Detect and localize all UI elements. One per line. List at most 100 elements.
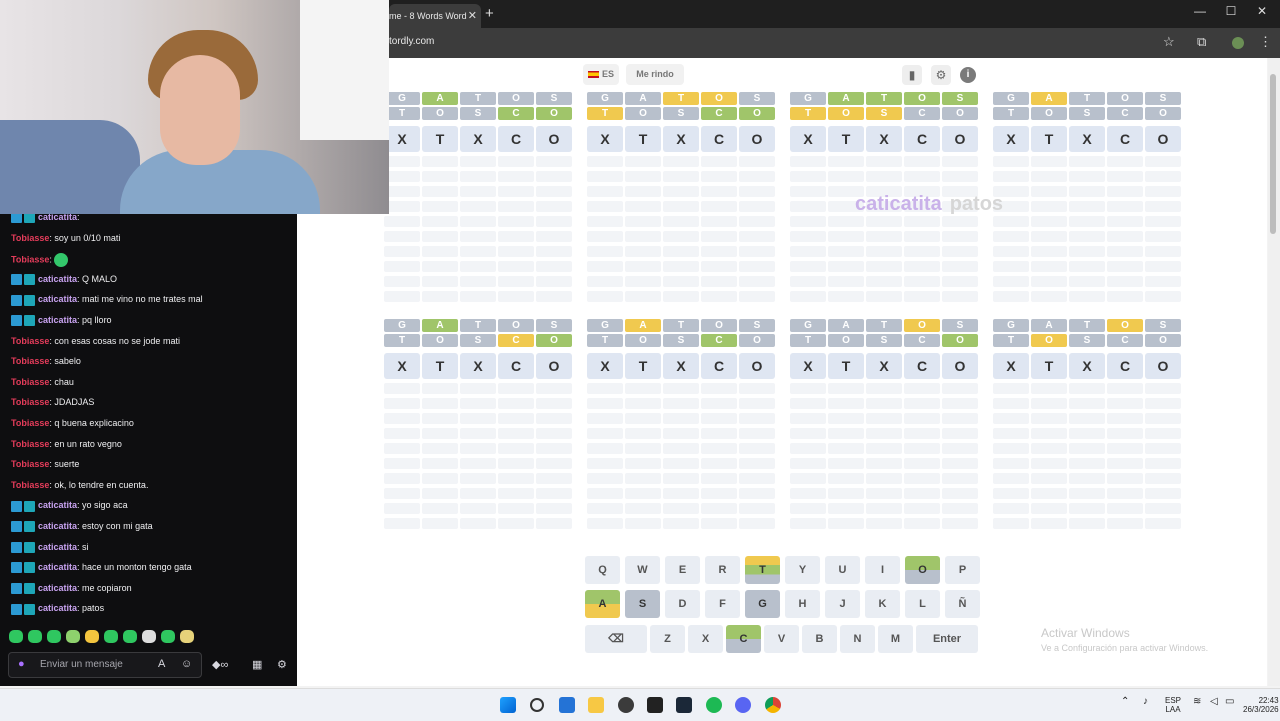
key-Y[interactable]: Y (785, 556, 820, 584)
chat-username[interactable]: caticatita (38, 583, 77, 593)
scrollbar-thumb[interactable] (1270, 74, 1276, 234)
bookmark-star-icon[interactable]: ☆ (1163, 34, 1175, 50)
volume-icon[interactable]: ◁ (1210, 696, 1218, 707)
page-scrollbar[interactable] (1268, 58, 1280, 686)
emote-icon[interactable] (123, 630, 137, 643)
chat-username[interactable]: caticatita (38, 521, 77, 531)
key-M[interactable]: M (878, 625, 913, 653)
chat-username[interactable]: Tobiasse (11, 418, 49, 428)
chat-username[interactable]: Tobiasse (11, 377, 49, 387)
key-L[interactable]: L (905, 590, 940, 618)
emote-icon[interactable] (104, 630, 118, 643)
key-J[interactable]: J (825, 590, 860, 618)
minimize-button[interactable]: — (1186, 4, 1214, 18)
chat-username[interactable]: Tobiasse (11, 336, 49, 346)
chat-username[interactable]: Tobiasse (11, 480, 49, 490)
browser-menu-icon[interactable]: ⋮ (1259, 34, 1272, 50)
emote-icon[interactable] (180, 630, 194, 643)
info-icon[interactable]: i (960, 67, 976, 83)
key-N[interactable]: N (840, 625, 875, 653)
key-V[interactable]: V (764, 625, 799, 653)
mic-icon[interactable]: ● (18, 658, 25, 670)
emote-icon[interactable] (142, 630, 156, 643)
search-icon[interactable] (530, 698, 544, 712)
extensions-icon[interactable]: ⧉ (1197, 34, 1206, 50)
translate-icon[interactable]: A (158, 658, 165, 670)
tray-chevron-icon[interactable]: ⌃ (1121, 696, 1129, 707)
chat-username[interactable]: caticatita (38, 603, 77, 613)
profile-avatar[interactable] (1232, 37, 1244, 49)
key-A[interactable]: A (585, 590, 620, 618)
chat-username[interactable]: caticatita (38, 294, 77, 304)
discord-icon[interactable] (735, 697, 751, 713)
key-I[interactable]: I (865, 556, 900, 584)
wifi-icon[interactable]: ≋ (1193, 696, 1201, 707)
chat-username[interactable]: Tobiasse (11, 397, 49, 407)
tab-close-icon[interactable]: ✕ (468, 5, 477, 27)
key-X[interactable]: X (688, 625, 723, 653)
chrome-icon[interactable] (765, 697, 781, 713)
key-B[interactable]: B (802, 625, 837, 653)
backspace-key[interactable]: ⌫ (585, 625, 647, 653)
store-icon[interactable]: ▦ (252, 658, 262, 671)
chat-username[interactable]: Tobiasse (11, 439, 49, 449)
chat-username[interactable]: caticatita (38, 500, 77, 510)
epic-games-icon[interactable] (647, 697, 663, 713)
url-field[interactable]: tordly.com (389, 36, 434, 47)
emote-icon[interactable] (28, 630, 42, 643)
file-explorer-icon[interactable] (588, 697, 604, 713)
new-tab-button[interactable]: + (485, 5, 494, 22)
emote-icon[interactable] (161, 630, 175, 643)
chat-username[interactable]: caticatita (38, 562, 77, 572)
key-G[interactable]: G (745, 590, 780, 618)
maximize-button[interactable]: ☐ (1217, 4, 1245, 18)
microphone-tray-icon[interactable]: ♪ (1143, 696, 1148, 707)
obs-icon[interactable] (618, 697, 634, 713)
start-icon[interactable] (500, 697, 516, 713)
chat-username[interactable]: caticatita (38, 315, 77, 325)
key-C[interactable]: C (726, 625, 761, 653)
stats-icon[interactable]: ▮ (902, 65, 922, 85)
settings-gear-icon[interactable]: ⚙ (931, 65, 951, 85)
emote-icon[interactable] (66, 630, 80, 643)
emote-icon[interactable] (9, 630, 23, 643)
steam-icon[interactable] (676, 697, 692, 713)
language-indicator[interactable]: ESP LAA (1165, 696, 1181, 714)
key-R[interactable]: R (705, 556, 740, 584)
language-button[interactable]: ES (583, 64, 619, 85)
key-E[interactable]: E (665, 556, 700, 584)
key-U[interactable]: U (825, 556, 860, 584)
key-Z[interactable]: Z (650, 625, 685, 653)
close-window-button[interactable]: ✕ (1248, 4, 1276, 18)
battery-icon[interactable]: ▭ (1225, 696, 1234, 707)
key-T[interactable]: T (745, 556, 780, 584)
key-W[interactable]: W (625, 556, 660, 584)
chat-username[interactable]: Tobiasse (11, 459, 49, 469)
emoji-icon[interactable]: ☺ (181, 658, 192, 670)
key-F[interactable]: F (705, 590, 740, 618)
key-K[interactable]: K (865, 590, 900, 618)
chat-username[interactable]: Tobiasse (11, 356, 49, 366)
key-Ñ[interactable]: Ñ (945, 590, 980, 618)
give-up-button[interactable]: Me rindo (626, 64, 684, 85)
key-S[interactable]: S (625, 590, 660, 618)
key-Q[interactable]: Q (585, 556, 620, 584)
spotify-icon[interactable] (706, 697, 722, 713)
chat-username[interactable]: caticatita (38, 542, 77, 552)
bits-icon[interactable]: ◆∞ (212, 658, 228, 671)
browser-tab[interactable]: me - 8 Words Word ✕ (389, 4, 481, 28)
chat-username[interactable]: Tobiasse (11, 255, 49, 265)
chat-username[interactable]: Tobiasse (11, 233, 49, 243)
key-H[interactable]: H (785, 590, 820, 618)
key-D[interactable]: D (665, 590, 700, 618)
emote-icon[interactable] (85, 630, 99, 643)
key-P[interactable]: P (945, 556, 980, 584)
clock[interactable]: 22:43 26/3/2026 (1243, 696, 1279, 714)
store-app-icon[interactable] (559, 697, 575, 713)
chat-username[interactable]: caticatita (38, 274, 77, 284)
emote-icon[interactable] (47, 630, 61, 643)
chat-settings-gear-icon[interactable]: ⚙ (277, 658, 287, 671)
key-O[interactable]: O (905, 556, 940, 584)
chat-input[interactable]: ● Enviar un mensaje A ☺ (8, 652, 202, 678)
enter-key[interactable]: Enter (916, 625, 978, 653)
